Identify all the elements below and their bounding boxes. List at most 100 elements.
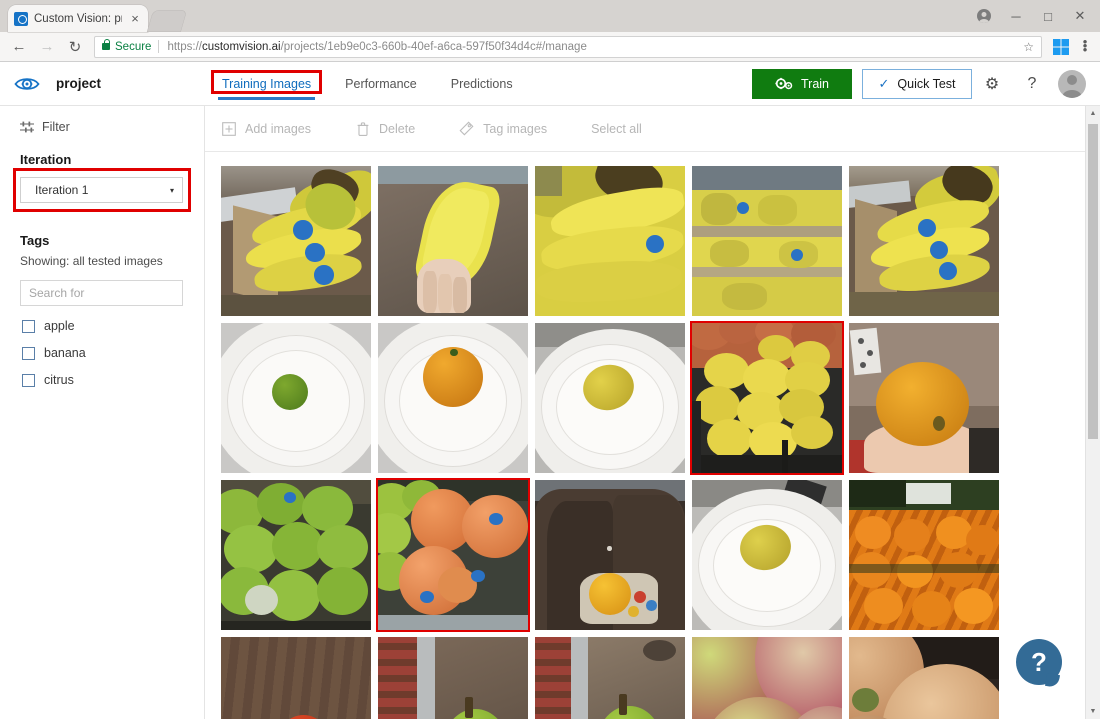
app-body: Filter Iteration Iteration 1 ▾ Tags Show…	[0, 106, 1100, 719]
tab-training-images-label: Training Images	[222, 76, 312, 91]
image-thumbnail-orange-in-paper-bag[interactable]	[535, 480, 685, 630]
extension-icon[interactable]	[1053, 38, 1069, 55]
image-thumbnail-pink-apples-closeup[interactable]	[692, 637, 842, 719]
url-prefix: https://	[167, 40, 202, 53]
image-thumbnail-lemon-on-white-plate-2[interactable]	[692, 480, 842, 630]
image-toolbar: Add images Delete Tag images Select all	[205, 106, 1100, 152]
thumbnail-art	[221, 166, 371, 316]
tag-search-box[interactable]	[20, 280, 183, 306]
header-actions: Train ✓ Quick Test ⚙ ?	[752, 62, 1100, 106]
tab-performance[interactable]: Performance	[343, 62, 419, 106]
new-tab-button[interactable]	[146, 10, 188, 32]
tag-images-button[interactable]: Tag images	[459, 121, 547, 136]
filter-control[interactable]: Filter	[0, 120, 204, 134]
scroll-down-arrow-icon[interactable]: ▼	[1086, 704, 1100, 719]
image-thumbnail-orange-on-white-plate[interactable]	[378, 323, 528, 473]
tab-training-images[interactable]: Training Images	[211, 62, 323, 106]
scroll-up-arrow-icon[interactable]: ▲	[1086, 106, 1100, 121]
bookmark-star-icon[interactable]: ☆	[1020, 40, 1037, 54]
tab-strip: Custom Vision: project - T ×	[0, 0, 968, 32]
delete-button[interactable]: Delete	[355, 121, 415, 136]
forward-button[interactable]: →	[34, 34, 60, 60]
window-controls: ─ □ ✕	[968, 0, 1100, 32]
add-images-button[interactable]: Add images	[221, 121, 311, 136]
checkbox-apple[interactable]	[22, 319, 35, 333]
image-thumbnail-green-apple-held-in-hand-2[interactable]	[535, 637, 685, 719]
thumbnail-art	[692, 637, 842, 719]
help-fab-label: ?	[1031, 647, 1047, 677]
close-tab-icon[interactable]: ×	[128, 12, 142, 25]
image-thumbnail-bananas-store-shelf[interactable]	[692, 166, 842, 316]
filter-sliders-icon	[20, 121, 34, 133]
thumbnail-art	[378, 637, 528, 719]
tab-predictions[interactable]: Predictions	[449, 62, 515, 106]
browser-tab[interactable]: Custom Vision: project - T ×	[8, 5, 148, 32]
select-all-button[interactable]: Select all	[591, 122, 642, 136]
image-thumbnail-lime-on-white-plate[interactable]	[221, 323, 371, 473]
vertical-scrollbar[interactable]: ▲ ▼	[1085, 106, 1100, 719]
custom-vision-favicon-icon	[14, 11, 28, 26]
select-all-label: Select all	[591, 121, 642, 136]
custom-vision-eye-icon	[14, 75, 40, 93]
url-domain: customvision.ai	[201, 40, 281, 53]
thumbnail-art	[849, 480, 999, 630]
help-chat-button[interactable]: ?	[1016, 639, 1062, 685]
user-avatar[interactable]	[1058, 69, 1086, 98]
image-thumbnail-banana-held-in-hand[interactable]	[378, 166, 528, 316]
thumbnail-art	[535, 480, 685, 630]
browser-titlebar: Custom Vision: project - T × ─ □ ✕	[0, 0, 1100, 32]
gears-icon	[775, 77, 793, 91]
showing-status-text: Showing: all tested images	[20, 254, 163, 268]
image-thumbnail-orange-held-in-hand[interactable]	[849, 323, 999, 473]
tag-filter-apple[interactable]: apple	[0, 306, 204, 333]
tags-section-title: Tags	[20, 233, 50, 248]
thumbnail-art	[221, 323, 371, 473]
iteration-dropdown[interactable]: Iteration 1 ▾	[20, 177, 183, 203]
image-thumbnail-lemon-on-white-plate[interactable]	[535, 323, 685, 473]
tab-title: Custom Vision: project - T	[34, 12, 122, 25]
image-thumbnail-green-apples-in-bin[interactable]	[221, 480, 371, 630]
tag-filter-banana[interactable]: banana	[0, 333, 204, 360]
image-thumbnail-lemons-in-market-bin[interactable]	[690, 321, 844, 475]
tag-filter-citrus[interactable]: citrus	[0, 360, 204, 387]
quick-test-button[interactable]: ✓ Quick Test	[862, 68, 972, 99]
help-question-icon[interactable]: ?	[1012, 62, 1052, 106]
tab-predictions-label: Predictions	[450, 76, 513, 91]
reload-button[interactable]: ↻	[62, 34, 88, 60]
train-button[interactable]: Train	[752, 68, 852, 99]
omnibox-divider	[158, 40, 160, 53]
maximize-button[interactable]: □	[1032, 1, 1064, 31]
image-thumbnail-golden-apples-closeup[interactable]	[849, 637, 999, 719]
settings-gear-icon[interactable]: ⚙	[972, 62, 1012, 106]
minimize-button[interactable]: ─	[1000, 1, 1032, 31]
checkbox-banana[interactable]	[22, 346, 35, 360]
browser-profile-icon[interactable]	[968, 1, 1000, 31]
checkmark-icon: ✓	[878, 75, 890, 91]
close-window-button[interactable]: ✕	[1064, 1, 1096, 31]
person-icon	[977, 9, 991, 23]
thumbnail-art	[692, 166, 842, 316]
checkbox-citrus[interactable]	[22, 373, 35, 387]
image-grid	[215, 166, 1100, 719]
tag-search-input[interactable]	[29, 286, 174, 300]
browser-menu-icon[interactable]: • • •	[1076, 35, 1094, 56]
tag-label-banana: banana	[44, 346, 86, 360]
scrollbar-thumb[interactable]	[1088, 124, 1098, 439]
image-thumbnail-bagged-oranges-in-bin[interactable]	[849, 480, 999, 630]
image-thumbnail-bananas-in-crate-2[interactable]	[849, 166, 999, 316]
main-content: Add images Delete Tag images Select all …	[205, 106, 1100, 719]
image-thumbnail-red-apple-on-wood-table[interactable]	[221, 637, 371, 719]
image-grid-scroll-area: ?	[205, 152, 1100, 719]
tag-label-apple: apple	[44, 319, 75, 333]
back-button[interactable]: ←	[6, 34, 32, 60]
tag-icon	[459, 121, 474, 136]
iteration-selector-wrap: Iteration 1 ▾	[0, 168, 204, 212]
image-thumbnail-bananas-in-crate-1[interactable]	[221, 166, 371, 316]
image-thumbnail-green-apple-held-in-hand[interactable]	[378, 637, 528, 719]
image-thumbnail-banana-bunch-closeup[interactable]	[535, 166, 685, 316]
image-thumbnail-grapefruit-in-bin[interactable]	[376, 478, 530, 632]
browser-toolbar: ← → ↻ Secure https://customvision.ai/pro…	[0, 32, 1100, 62]
address-bar[interactable]: Secure https://customvision.ai/projects/…	[94, 35, 1042, 58]
train-button-label: Train	[800, 76, 829, 91]
thumbnail-art	[849, 637, 999, 719]
